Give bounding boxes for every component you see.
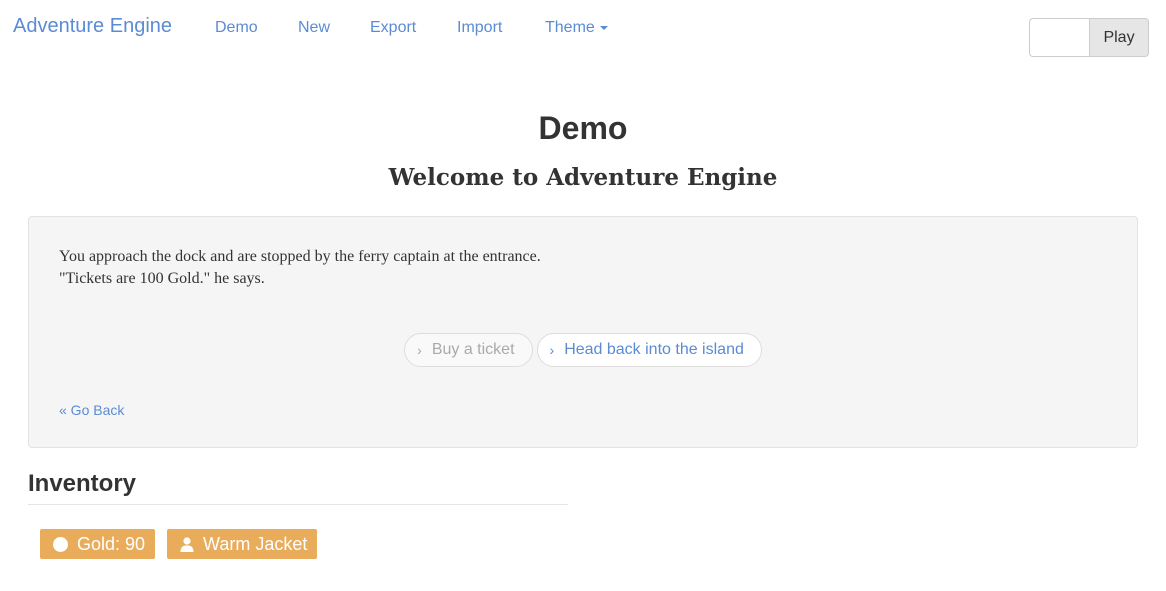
inventory-list: Gold: 90 Warm Jacket: [40, 529, 318, 559]
play-button[interactable]: Play: [1089, 18, 1149, 57]
choice-head-back-button[interactable]: › Head back into the island: [536, 333, 762, 367]
nav-link-export[interactable]: Export: [370, 19, 416, 37]
circle-icon: [53, 536, 68, 552]
inventory-title: Inventory: [28, 470, 568, 505]
caret-down-icon: [599, 25, 608, 30]
nav-link-new[interactable]: New: [298, 19, 330, 37]
nav-link-import[interactable]: Import: [457, 19, 502, 37]
go-back-link[interactable]: « Go Back: [59, 402, 124, 418]
choice-list: › Buy a ticket › Head back into the isla…: [29, 333, 1137, 367]
choice-label: Head back into the island: [564, 341, 744, 358]
inventory-item-warm-jacket: Warm Jacket: [167, 529, 318, 559]
navbar: Adventure Engine Demo New Export Import …: [0, 0, 1166, 60]
inventory-item-label: Gold: 90: [77, 533, 146, 554]
inventory-item-label: Warm Jacket: [203, 533, 308, 554]
choice-buy-ticket-button[interactable]: › Buy a ticket: [404, 333, 533, 367]
theme-dropdown[interactable]: Theme: [545, 19, 608, 37]
chevron-right-icon: ›: [549, 342, 555, 358]
brand-link[interactable]: Adventure Engine: [13, 15, 172, 38]
page-subtitle: Welcome to Adventure Engine: [388, 164, 778, 191]
scene-text-line: "Tickets are 100 Gold." he says.: [59, 270, 265, 287]
choice-label: Buy a ticket: [431, 341, 515, 358]
page-title: Demo: [538, 110, 628, 146]
scene-text: You approach the dock and are stopped by…: [59, 246, 541, 290]
play-input[interactable]: [1029, 18, 1089, 57]
play-group: Play: [1029, 18, 1149, 57]
theme-dropdown-label: Theme: [545, 19, 595, 36]
chevron-right-icon: ›: [417, 342, 422, 358]
nav-link-demo[interactable]: Demo: [215, 19, 258, 37]
user-icon: [180, 536, 194, 552]
scene-text-line: You approach the dock and are stopped by…: [59, 248, 541, 265]
scene-panel: You approach the dock and are stopped by…: [28, 216, 1138, 448]
inventory-item-gold: Gold: 90: [40, 529, 156, 559]
